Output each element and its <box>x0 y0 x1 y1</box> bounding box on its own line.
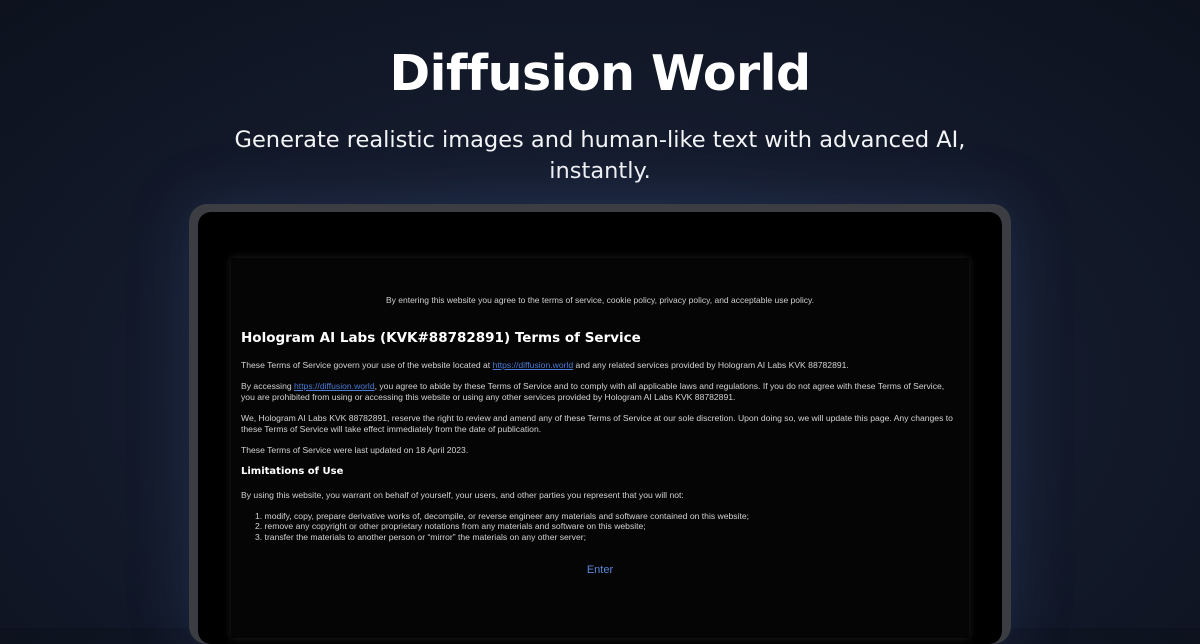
paragraph-text: These Terms of Service govern your use o… <box>241 360 493 370</box>
terms-paragraph: These Terms of Service govern your use o… <box>241 360 957 372</box>
terms-paragraph: We, Hologram AI Labs KVK 88782891, reser… <box>241 412 953 435</box>
list-item: 2. remove any copyright or other proprie… <box>255 521 646 532</box>
page-subtitle: Generate realistic images and human-like… <box>234 127 966 184</box>
laptop-frame: By entering this website you agree to th… <box>189 204 1011 644</box>
page-title: Diffusion World <box>389 45 811 102</box>
limitations-list: 1. modify, copy, prepare derivative work… <box>241 511 957 543</box>
paragraph-text: By accessing <box>241 380 295 391</box>
terms-scroll-area[interactable]: Hologram AI Labs (KVK#88782891) Terms of… <box>241 329 957 544</box>
paragraph-text: and any related services provided by Hol… <box>573 360 849 370</box>
terms-paragraph: By accessing https://diffusion.world, yo… <box>241 381 957 404</box>
list-item: 3. transfer the materials to another per… <box>255 531 586 542</box>
terms-modal: By entering this website you agree to th… <box>231 258 969 638</box>
agreement-notice: By entering this website you agree to th… <box>385 295 815 305</box>
terms-updated-date: These Terms of Service were last updated… <box>241 444 469 455</box>
terms-paragraph: By using this website, you warrant on be… <box>241 490 684 500</box>
site-link[interactable]: https://diffusion.world <box>294 381 375 391</box>
enter-button[interactable]: Enter <box>570 562 630 578</box>
laptop-screen: By entering this website you agree to th… <box>198 212 1002 644</box>
site-link[interactable]: https://diffusion.world <box>493 360 574 370</box>
list-item: 1. modify, copy, prepare derivative work… <box>255 510 750 521</box>
terms-heading: Hologram AI Labs (KVK#88782891) Terms of… <box>241 330 641 346</box>
limitations-heading: Limitations of Use <box>241 466 344 477</box>
